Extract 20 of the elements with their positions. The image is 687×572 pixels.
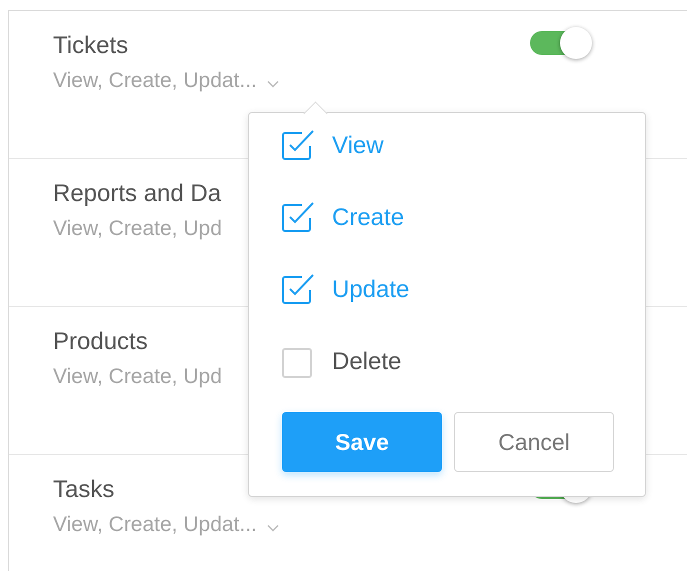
save-button[interactable]: Save [282,412,442,472]
option-label[interactable]: Delete [332,348,402,376]
checkbox[interactable] [282,202,314,234]
chevron-down-icon[interactable] [266,524,279,532]
permission-summary: View, Create, Updat... [53,512,257,538]
checkbox[interactable] [282,274,314,306]
permission-name: Reports and Da [53,179,222,209]
checkbox[interactable] [282,346,314,378]
checkbox[interactable] [282,130,314,162]
cancel-button[interactable]: Cancel [454,412,614,472]
option-label[interactable]: View [332,132,384,160]
permission-name: Products [53,327,149,357]
permission-summary: View, Create, Upd [53,216,222,242]
permission-name: Tickets [53,31,130,61]
option-label[interactable]: Create [332,204,404,232]
option-label[interactable]: Update [332,276,410,304]
permission-name: Tasks [53,475,116,505]
permission-summary: View, Create, Upd [53,364,222,390]
permission-summary: View, Create, Updat... [53,68,257,94]
chevron-down-icon[interactable] [266,80,279,88]
